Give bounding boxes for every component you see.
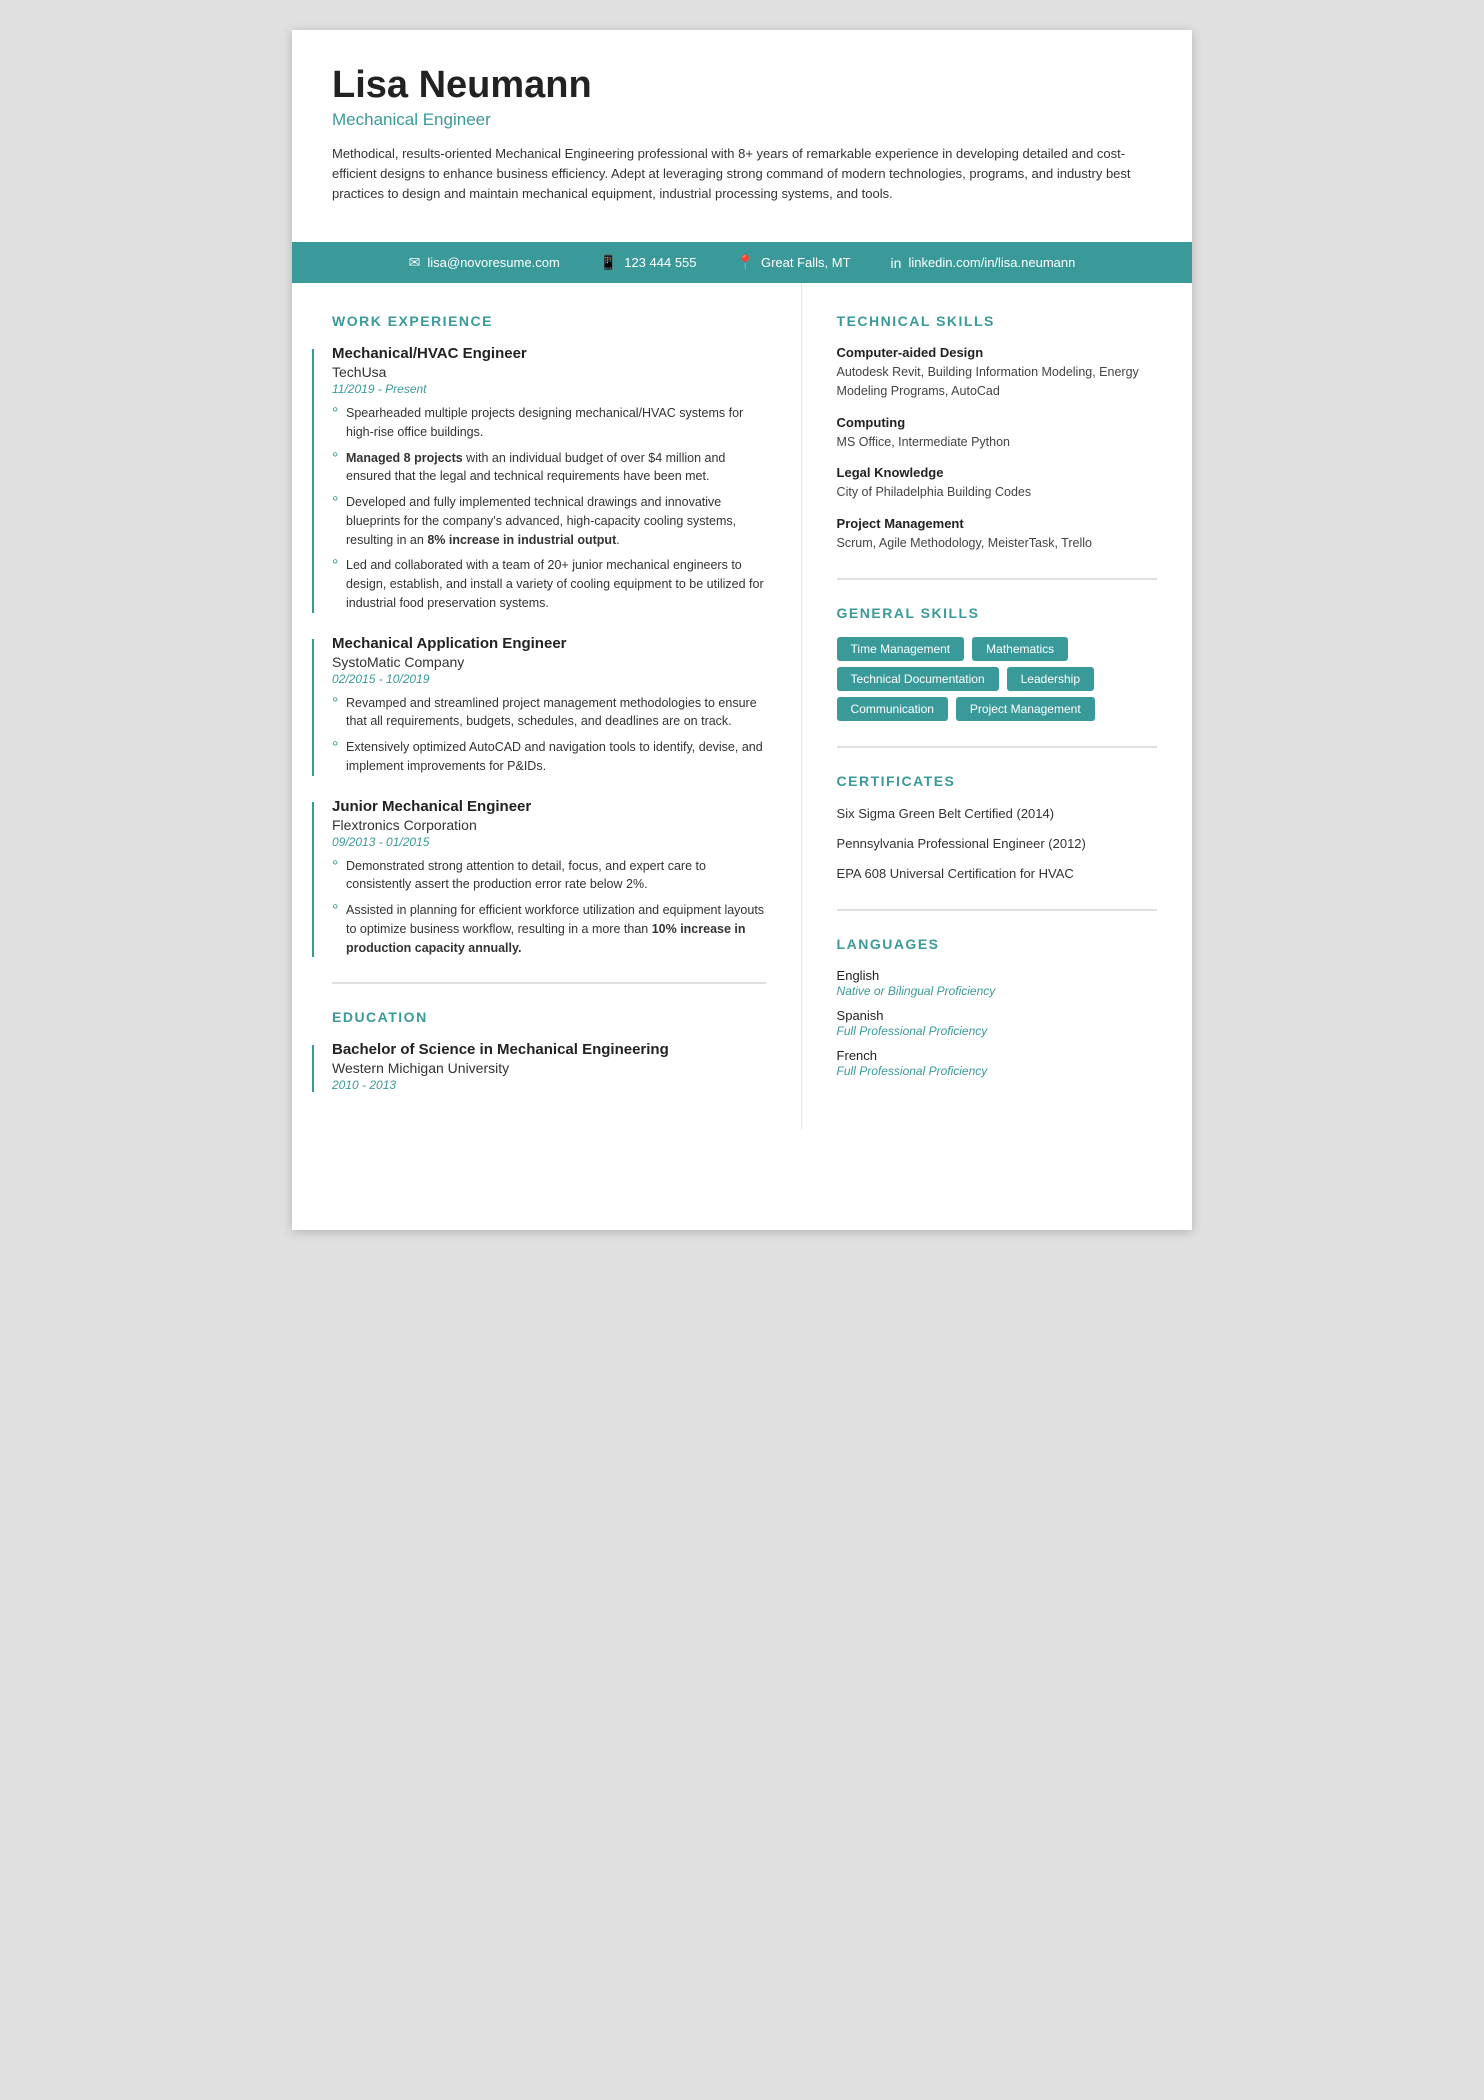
lang-2-name: Spanish (837, 1008, 1157, 1023)
skill-tag-project-management: Project Management (956, 697, 1095, 721)
skill-tag-time-management: Time Management (837, 637, 965, 661)
bullet-item: Revamped and streamlined project managem… (332, 694, 766, 732)
skill-tag-technical-documentation: Technical Documentation (837, 667, 999, 691)
skill-tag-leadership: Leadership (1007, 667, 1094, 691)
lang-2-level: Full Professional Proficiency (837, 1024, 1157, 1038)
bullet-item: Assisted in planning for efficient workf… (332, 901, 766, 957)
skill-cat-3-text: City of Philadelphia Building Codes (837, 483, 1157, 502)
divider (332, 982, 766, 984)
right-column: TECHNICAL SKILLS Computer-aided Design A… (802, 283, 1192, 1130)
general-skills-section: GENERAL SKILLS Time Management Mathemati… (837, 605, 1157, 721)
location-icon: 📍 (737, 254, 754, 271)
job-3: Junior Mechanical Engineer Flextronics C… (332, 798, 766, 958)
general-skills-title: GENERAL SKILLS (837, 605, 1157, 621)
lang-1-name: English (837, 968, 1157, 983)
candidate-name: Lisa Neumann (332, 65, 1152, 107)
skill-cat-1-text: Autodesk Revit, Building Information Mod… (837, 363, 1157, 401)
education-section: EDUCATION Bachelor of Science in Mechani… (332, 1009, 766, 1092)
job-1-title: Mechanical/HVAC Engineer (332, 345, 766, 362)
job-3-title: Junior Mechanical Engineer (332, 798, 766, 815)
linkedin-icon: in (891, 255, 902, 271)
bullet-item: Managed 8 projects with an individual bu… (332, 449, 766, 487)
job-1: Mechanical/HVAC Engineer TechUsa 11/2019… (332, 345, 766, 613)
edu-dates: 2010 - 2013 (332, 1078, 766, 1092)
job-3-company: Flextronics Corporation (332, 817, 766, 833)
phone-icon: 📱 (600, 254, 617, 271)
certificates-title: CERTIFICATES (837, 773, 1157, 789)
languages-title: LANGUAGES (837, 936, 1157, 952)
certificates-section: CERTIFICATES Six Sigma Green Belt Certif… (837, 773, 1157, 884)
skill-cat-2-text: MS Office, Intermediate Python (837, 433, 1157, 452)
bullet-item: Demonstrated strong attention to detail,… (332, 857, 766, 895)
job-1-company: TechUsa (332, 364, 766, 380)
divider-4 (837, 909, 1157, 911)
skill-tag-communication: Communication (837, 697, 948, 721)
job-2: Mechanical Application Engineer SystoMat… (332, 635, 766, 776)
languages-section: LANGUAGES English Native or Bilingual Pr… (837, 936, 1157, 1078)
skill-cat-4: Project Management (837, 516, 1157, 531)
candidate-summary: Methodical, results-oriented Mechanical … (332, 144, 1152, 204)
cert-1: Six Sigma Green Belt Certified (2014) (837, 805, 1157, 823)
bullet-item: Extensively optimized AutoCAD and naviga… (332, 738, 766, 776)
work-experience-title: WORK EXPERIENCE (332, 313, 766, 329)
technical-skills-section: TECHNICAL SKILLS Computer-aided Design A… (837, 313, 1157, 553)
bullet-item: Developed and fully implemented technica… (332, 493, 766, 549)
job-1-bullets: Spearheaded multiple projects designing … (332, 404, 766, 613)
candidate-title: Mechanical Engineer (332, 110, 1152, 130)
skill-cat-3: Legal Knowledge (837, 465, 1157, 480)
contact-phone: 📱 123 444 555 (600, 254, 697, 271)
bullet-item: Spearheaded multiple projects designing … (332, 404, 766, 442)
main-content: WORK EXPERIENCE Mechanical/HVAC Engineer… (292, 283, 1192, 1130)
lang-3-name: French (837, 1048, 1157, 1063)
contact-location: 📍 Great Falls, MT (737, 254, 851, 271)
job-2-company: SystoMatic Company (332, 654, 766, 670)
contact-email: ✉ lisa@novoresume.com (409, 254, 560, 271)
school-name: Western Michigan University (332, 1060, 766, 1076)
divider-2 (837, 578, 1157, 580)
divider-3 (837, 746, 1157, 748)
header-section: Lisa Neumann Mechanical Engineer Methodi… (292, 30, 1192, 224)
job-3-dates: 09/2013 - 01/2015 (332, 835, 766, 849)
skill-tag-mathematics: Mathematics (972, 637, 1068, 661)
left-column: WORK EXPERIENCE Mechanical/HVAC Engineer… (292, 283, 802, 1130)
job-2-title: Mechanical Application Engineer (332, 635, 766, 652)
skill-tags-row-1: Time Management Mathematics (837, 637, 1157, 661)
skill-cat-4-text: Scrum, Agile Methodology, MeisterTask, T… (837, 534, 1157, 553)
cert-2: Pennsylvania Professional Engineer (2012… (837, 835, 1157, 853)
degree-title: Bachelor of Science in Mechanical Engine… (332, 1041, 766, 1058)
resume-document: Lisa Neumann Mechanical Engineer Methodi… (292, 30, 1192, 1230)
skill-cat-2: Computing (837, 415, 1157, 430)
education-title: EDUCATION (332, 1009, 766, 1025)
lang-1-level: Native or Bilingual Proficiency (837, 984, 1157, 998)
email-icon: ✉ (409, 254, 421, 271)
lang-3-level: Full Professional Proficiency (837, 1064, 1157, 1078)
technical-skills-title: TECHNICAL SKILLS (837, 313, 1157, 329)
job-2-dates: 02/2015 - 10/2019 (332, 672, 766, 686)
skill-tags-row-3: Communication Project Management (837, 697, 1157, 721)
skill-tags-row-2: Technical Documentation Leadership (837, 667, 1157, 691)
job-3-bullets: Demonstrated strong attention to detail,… (332, 857, 766, 958)
work-experience-section: WORK EXPERIENCE Mechanical/HVAC Engineer… (332, 313, 766, 957)
bullet-item: Led and collaborated with a team of 20+ … (332, 556, 766, 612)
skill-cat-1: Computer-aided Design (837, 345, 1157, 360)
job-1-dates: 11/2019 - Present (332, 382, 766, 396)
job-2-bullets: Revamped and streamlined project managem… (332, 694, 766, 776)
edu-item-1: Bachelor of Science in Mechanical Engine… (332, 1041, 766, 1092)
cert-3: EPA 608 Universal Certification for HVAC (837, 865, 1157, 883)
contact-linkedin: in linkedin.com/in/lisa.neumann (891, 255, 1076, 271)
contact-bar: ✉ lisa@novoresume.com 📱 123 444 555 📍 Gr… (292, 242, 1192, 283)
